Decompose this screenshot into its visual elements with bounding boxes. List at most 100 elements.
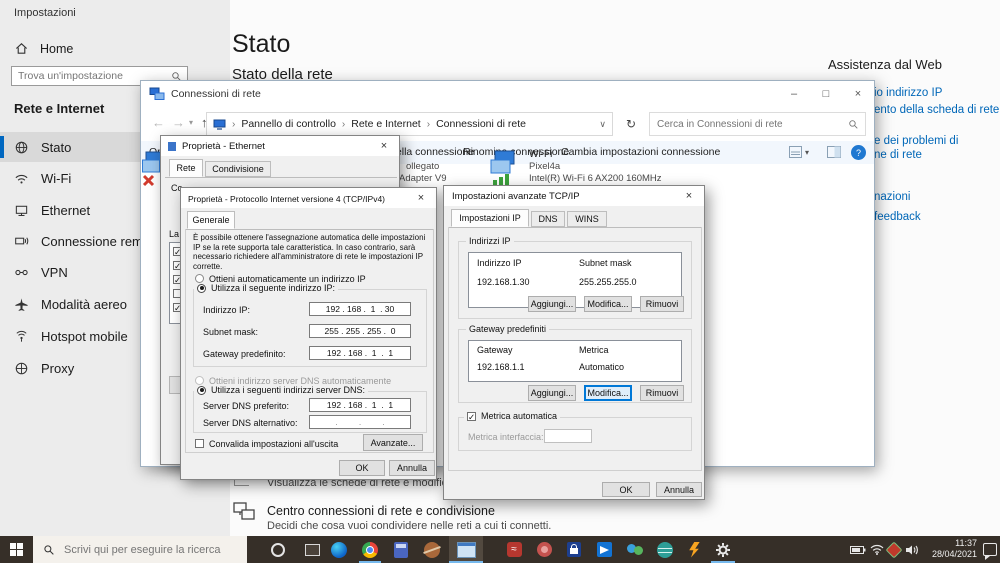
gateway-field[interactable]: 192 . 168 . 1 . 1 <box>309 346 411 360</box>
dialog-titlebar[interactable]: Proprietà - Protocollo Internet versione… <box>181 188 436 208</box>
column-header[interactable]: Gateway <box>477 345 513 355</box>
back-icon[interactable]: ← <box>152 115 165 130</box>
forward-icon[interactable]: → <box>172 115 185 130</box>
task-view-button[interactable] <box>296 536 328 563</box>
explorer-search-box[interactable] <box>649 112 866 136</box>
taskbar-app-people[interactable] <box>620 536 650 563</box>
ip-rimuovi-button[interactable]: Rimuovi <box>640 296 684 312</box>
radio-manual-dns[interactable]: Utilizza i seguenti indirizzi server DNS… <box>194 385 369 395</box>
taskbar-app-network-connections-active[interactable] <box>449 536 483 563</box>
action-center-button[interactable] <box>980 536 1000 563</box>
help-link[interactable]: io indirizzo IP <box>874 87 942 99</box>
gw-modifica-button[interactable]: Modifica... <box>584 385 632 401</box>
ip-modifica-button[interactable]: Modifica... <box>584 296 632 312</box>
close-button[interactable]: × <box>842 81 874 107</box>
ok-button[interactable]: OK <box>339 460 385 476</box>
taskbar-app-settings-active[interactable] <box>708 536 738 563</box>
refresh-icon[interactable]: ↻ <box>619 112 643 136</box>
taskbar-search-input[interactable] <box>62 542 247 557</box>
tab-generale[interactable]: Generale <box>187 211 235 229</box>
maximize-button[interactable]: □ <box>810 81 842 107</box>
explorer-titlebar[interactable]: Connessioni di rete – □ × <box>141 81 874 107</box>
taskbar-app-bolt[interactable] <box>681 536 707 563</box>
dialog-title: Proprietà - Protocollo Internet versione… <box>188 194 385 204</box>
ip-field[interactable]: 192 . 168 . 1 . 30 <box>309 302 411 316</box>
metric-interface-field[interactable] <box>544 429 592 443</box>
taskbar-app-red2[interactable] <box>530 536 558 563</box>
ok-button[interactable]: OK <box>602 482 650 497</box>
column-header[interactable]: Subnet mask <box>579 258 632 268</box>
close-icon[interactable]: × <box>406 188 436 208</box>
close-icon[interactable]: × <box>369 136 399 156</box>
advanced-tcpip-dialog: Impostazioni avanzate TCP/IP × Impostazi… <box>443 185 705 500</box>
column-header[interactable]: Metrica <box>579 345 609 355</box>
volume-tray-icon[interactable] <box>903 536 920 563</box>
dialog-titlebar[interactable]: Impostazioni avanzate TCP/IP <box>444 186 704 206</box>
taskbar-app-globe[interactable] <box>651 536 679 563</box>
taskbar-app-calculator[interactable] <box>387 536 415 563</box>
breadcrumb-control-panel[interactable]: Pannello di controllo <box>241 118 336 130</box>
help-link[interactable]: feedback <box>874 211 921 223</box>
taskbar-app-planet[interactable] <box>418 536 446 563</box>
cortana-button[interactable] <box>262 536 294 563</box>
table-cell[interactable]: 192.168.1.1 <box>477 362 525 372</box>
breadcrumb-rete-internet[interactable]: Rete e Internet <box>351 118 420 130</box>
history-dropdown-icon[interactable]: ▾ <box>189 118 193 127</box>
help-link[interactable]: nazioni <box>874 191 910 203</box>
help-link[interactable]: ne di rete <box>874 149 922 161</box>
gateways-table[interactable]: Gateway Metrica 192.168.1.1 Automatico <box>468 340 682 382</box>
radio-manual-ip[interactable]: Utilizza il seguente indirizzo IP: <box>194 283 339 293</box>
column-header[interactable]: Indirizzo IP <box>477 258 522 268</box>
tab-condivisione[interactable]: Condivisione <box>205 161 271 177</box>
ip-aggiungi-button[interactable]: Aggiungi... <box>528 296 576 312</box>
tab-impostazioni-ip[interactable]: Impostazioni IP <box>451 209 529 227</box>
tab-dns[interactable]: DNS <box>531 211 565 227</box>
validate-checkbox[interactable]: Convalida impostazioni all'uscita <box>195 439 338 449</box>
minimize-button[interactable]: – <box>778 81 810 107</box>
avanzate-button[interactable]: Avanzate... <box>363 434 423 451</box>
address-dropdown-icon[interactable]: ∨ <box>599 119 606 130</box>
help-link[interactable]: ento della scheda di rete o <box>874 104 1000 116</box>
breadcrumb[interactable]: › Pannello di controllo › Rete e Interne… <box>206 112 613 136</box>
battery-tray-icon[interactable] <box>849 536 867 563</box>
table-cell[interactable]: 192.168.1.30 <box>477 277 530 287</box>
start-button[interactable] <box>0 536 33 563</box>
clock[interactable]: 11:37 28/04/2021 <box>925 538 977 561</box>
taskbar-app-lock[interactable] <box>560 536 588 563</box>
metric-checkbox[interactable]: ✓ Metrica automatica <box>464 411 561 421</box>
help-icon[interactable]: ? <box>851 145 866 160</box>
breadcrumb-connessioni[interactable]: Connessioni di rete <box>436 118 526 130</box>
annulla-button[interactable]: Annulla <box>389 460 435 476</box>
taskbar-app-send[interactable] <box>590 536 618 563</box>
proxy-globe-icon <box>14 361 29 376</box>
tab-wins[interactable]: WINS <box>567 211 607 227</box>
subnet-field[interactable]: 255 . 255 . 255 . 0 <box>309 324 411 338</box>
table-cell[interactable]: Automatico <box>579 362 624 372</box>
sharing-center-title[interactable]: Centro connessioni di rete e condivision… <box>267 504 495 518</box>
wifi-connection-name[interactable]: Wi-Fi <box>529 149 552 160</box>
gw-rimuovi-button[interactable]: Rimuovi <box>640 385 684 401</box>
wifi-connection-icon[interactable] <box>489 148 521 186</box>
taskbar-app-chrome[interactable] <box>356 536 384 563</box>
gw-aggiungi-button[interactable]: Aggiungi... <box>528 385 576 401</box>
preview-pane-icon[interactable] <box>827 146 841 158</box>
help-link[interactable]: e dei problemi di <box>874 135 958 147</box>
explorer-search-input[interactable] <box>650 118 848 130</box>
list-label-fragment: La <box>169 229 180 239</box>
close-icon[interactable]: × <box>674 186 704 206</box>
dns1-field[interactable]: 192 . 168 . 1 . 1 <box>309 398 411 412</box>
view-options-icon[interactable]: ▾ <box>789 146 809 158</box>
dialog-titlebar[interactable]: Proprietà - Ethernet <box>161 136 399 156</box>
table-cell[interactable]: 255.255.255.0 <box>579 277 637 287</box>
toolbar-cambia[interactable]: Cambia impostazioni connessione <box>561 146 720 158</box>
tab-rete[interactable]: Rete <box>169 159 203 177</box>
taskbar-search-box[interactable] <box>33 536 247 563</box>
sidebar-item-home[interactable]: Home <box>14 41 73 56</box>
dns2-field[interactable]: . . . <box>309 415 411 429</box>
wifi-tray-icon[interactable] <box>868 536 885 563</box>
gear-icon <box>715 542 731 558</box>
taskbar-app-edge[interactable] <box>325 536 353 563</box>
app-tray-icon[interactable] <box>885 536 903 563</box>
taskbar-app-red1[interactable]: ≈ <box>500 536 528 563</box>
annulla-button[interactable]: Annulla <box>656 482 702 497</box>
